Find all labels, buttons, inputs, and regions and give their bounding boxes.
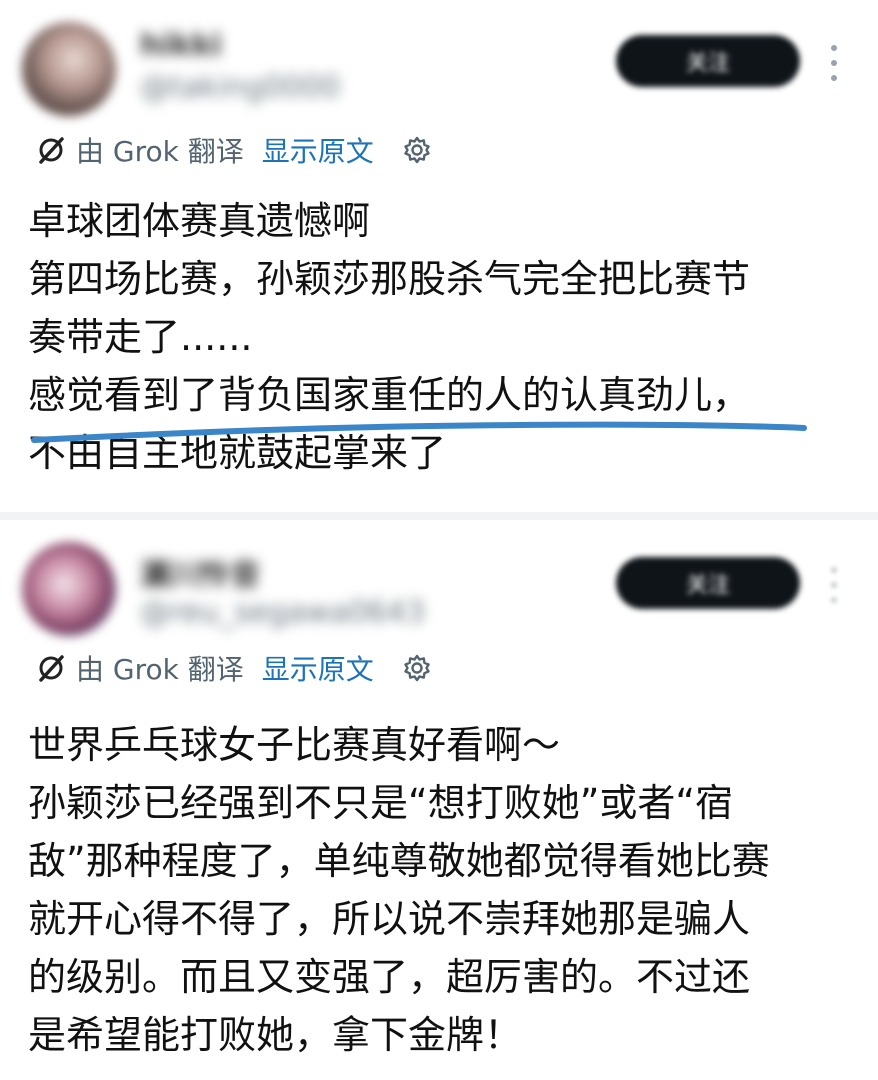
post-text-line: 第四场比赛，孙颖莎那股杀气完全把比赛节 [28,257,751,301]
grok-icon [34,651,68,685]
post-text-line: 敌”那种程度了，单纯尊敬她都觉得看她比赛 [28,839,770,883]
user-handle[interactable]: @reu_segawa0643 [140,595,425,630]
post-body: 世界乒乓球女子比赛真好看啊～ 孙颖莎已经强到不只是“想打败她”或者“宿 敌”那种… [28,716,858,1064]
more-options-icon[interactable] [829,45,839,81]
follow-button[interactable]: 关注 [616,557,800,609]
translated-by-label: 由 Grok 翻译 [76,653,244,686]
post-card-1: hikki @taking0000 关注 由 Grok 翻译 显示原文 卓球团体… [0,0,878,512]
divider [0,512,878,520]
post-text-line: 的级别。而且又变强了，超厉害的。不过还 [28,955,751,999]
post-text-line: 是希望能打败她，拿下金牌！ [28,1013,523,1057]
post-text-line: 卓球团体赛真遗憾啊 [28,199,371,243]
user-handle[interactable]: @taking0000 [140,70,340,105]
display-name[interactable]: hikki [140,28,222,63]
gear-icon[interactable] [400,651,434,685]
translated-by-label: 由 Grok 翻译 [76,135,244,168]
follow-button[interactable]: 关注 [616,35,800,87]
post-text-line: 就开心得不得了，所以说不崇拜她那是骗人 [28,897,751,941]
post-text-line: 奏带走了...... [28,315,253,359]
avatar[interactable] [22,542,116,636]
gear-icon[interactable] [400,133,434,167]
avatar[interactable] [22,22,116,116]
show-original-link[interactable]: 显示原文 [262,130,374,170]
highlight-underline [31,421,807,443]
display-name[interactable]: 瀬川怜音 [140,550,260,594]
post-text-line: 世界乒乓球女子比赛真好看啊～ [28,723,561,767]
translation-bar: 由 Grok 翻译 显示原文 [34,130,434,170]
post-text-line: 孙颖莎已经强到不只是“想打败她”或者“宿 [28,781,734,825]
translation-bar: 由 Grok 翻译 显示原文 [34,648,434,688]
grok-icon [34,133,68,167]
post-card-2: 瀬川怜音 @reu_segawa0643 关注 由 Grok 翻译 显示原文 世… [0,520,878,1080]
show-original-link[interactable]: 显示原文 [262,648,374,688]
more-options-icon[interactable] [829,567,839,603]
